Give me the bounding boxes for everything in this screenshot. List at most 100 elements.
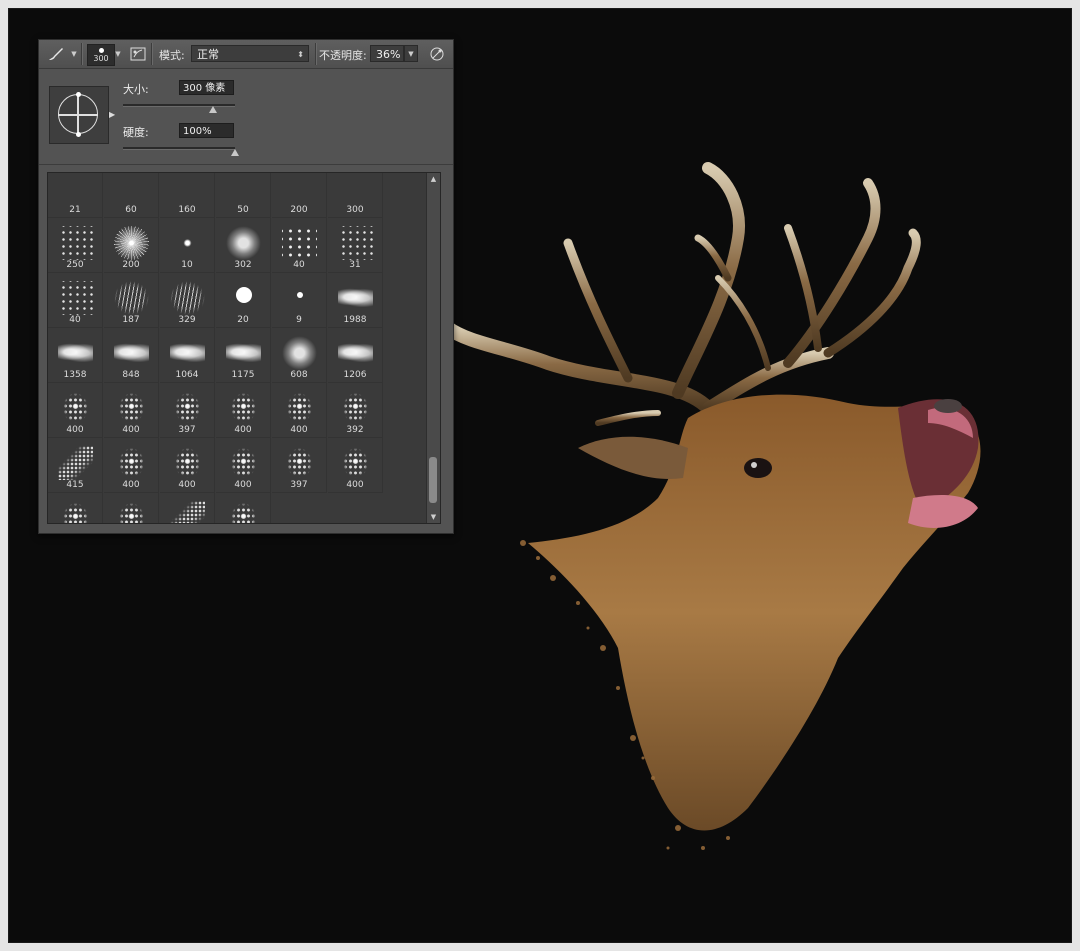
brush-tip-thumbnail-icon [282,336,317,370]
options-toolbar: ▼ 300 ▼ 模式: 正常 ⬍ 不透明度: 36% ▼ [39,40,453,69]
brush-preset-item[interactable]: 400 [216,438,271,493]
brush-preset-item[interactable]: 1064 [160,328,215,383]
scroll-up-arrow-icon[interactable]: ▲ [427,173,440,185]
brush-preset-item[interactable]: 400 [104,438,159,493]
brush-tip-thumbnail-icon [282,391,317,425]
pressure-opacity-icon[interactable] [426,44,448,64]
brush-preset-item[interactable]: 160 [160,173,215,218]
brush-preset-item[interactable]: 40 [272,218,327,273]
brush-preset-item[interactable]: 400 [216,383,271,438]
size-input[interactable]: 300 像素 [179,80,234,95]
brush-size-label: 40 [293,260,305,270]
brush-preset-item[interactable]: 40 [48,273,103,328]
brush-preset-item[interactable]: 415 [160,493,215,523]
brush-size-label: 1064 [175,370,199,380]
brush-size-label: 200 [122,260,140,270]
brush-preset-item[interactable]: 400 [160,438,215,493]
tool-preset-dropdown-icon[interactable]: ▼ [69,44,79,64]
size-slider-track[interactable] [123,104,235,107]
brush-preset-item[interactable]: 300 [328,173,383,218]
blend-mode-select[interactable]: 正常 ⬍ [191,45,309,62]
deer-artwork [428,148,1008,868]
brush-panel-toggle-icon[interactable] [127,44,149,64]
brush-list-scrollbar[interactable]: ▲ ▼ [426,173,440,523]
hardness-label: 硬度: [123,126,149,139]
brush-preset-item[interactable]: 400 [104,383,159,438]
brush-tip-thumbnail-icon [282,446,317,480]
brush-preset-item[interactable]: 608 [272,328,327,383]
brush-preset-item[interactable]: 50 [216,173,271,218]
toolbar-separator [151,43,152,65]
brush-size-label: 60 [125,205,137,215]
brush-size-label: 400 [234,480,252,490]
brush-preset-item[interactable]: 250 [48,218,103,273]
brush-tip-thumbnail-icon [338,446,373,480]
brush-preset-item[interactable]: 397 [272,438,327,493]
brush-tip-preview[interactable] [49,86,109,144]
brush-preset-item[interactable]: 20 [216,273,271,328]
brush-preset-item[interactable]: 400 [328,438,383,493]
opacity-input[interactable]: 36% [370,45,404,62]
brush-tip-thumbnail-icon [338,342,373,362]
brush-tip-thumbnail-icon [170,226,205,260]
brush-size-label: 400 [178,480,196,490]
hardness-slider-thumb[interactable] [231,149,239,156]
document-canvas[interactable]: ▼ 300 ▼ 模式: 正常 ⬍ 不透明度: 36% ▼ ▶ 大小: 300 像… [8,8,1072,943]
brush-size-label: 20 [237,315,249,325]
brush-preset-item[interactable]: 31 [328,218,383,273]
brush-row: 40 187 329 20 9 1988 [48,273,384,328]
brush-size-label: 200 [290,205,308,215]
brush-preset-item[interactable]: 10 [160,218,215,273]
brush-preset-item[interactable]: 200 [104,218,159,273]
scroll-down-arrow-icon[interactable]: ▼ [427,511,440,523]
brush-preset-item[interactable]: 400 [48,383,103,438]
roundness-handle[interactable] [76,92,81,97]
brush-tip-dot-icon [98,47,104,53]
brush-preset-item[interactable]: 1206 [328,328,383,383]
brush-size-label: 1358 [63,370,87,380]
brush-icon[interactable] [43,44,69,64]
window-frame: ▼ 300 ▼ 模式: 正常 ⬍ 不透明度: 36% ▼ ▶ 大小: 300 像… [0,0,1080,951]
angle-arrow-icon: ▶ [109,110,116,119]
hardness-input[interactable]: 100% [179,123,234,138]
brush-preset-item[interactable]: 60 [104,173,159,218]
brush-preset-item[interactable]: 1175 [216,328,271,383]
brush-preset-dropdown-icon[interactable]: ▼ [113,44,123,64]
brush-preset-item[interactable]: 400 [48,493,103,523]
size-slider-thumb[interactable] [208,106,217,113]
brush-preset-item[interactable]: 302 [216,218,271,273]
brush-size-label: 415 [66,480,84,490]
brush-preset-item[interactable]: 400 [272,383,327,438]
brush-preset-item[interactable]: 187 [104,273,159,328]
opacity-slider-dropdown-icon[interactable]: ▼ [404,45,418,62]
roundness-handle[interactable] [76,132,81,137]
brush-tip-thumbnail-icon [114,446,149,480]
brush-preset-picker[interactable]: 300 [87,44,115,66]
brush-preset-item[interactable]: 329 [160,273,215,328]
brush-preset-item[interactable]: 392 [328,383,383,438]
scrollbar-thumb[interactable] [429,457,437,503]
brush-preset-list: 21 60 160 50 200 300 250 200 10 302 40 31 40 187 329 20… [47,172,441,524]
brush-tip-thumbnail-icon [114,391,149,425]
brush-preset-item[interactable]: 1358 [48,328,103,383]
brush-preset-item[interactable]: 200 [272,173,327,218]
brush-preset-item[interactable]: 397 [160,383,215,438]
brush-size-label: 31 [349,260,361,270]
brush-row: 1358 848 1064 1175 608 1206 [48,328,384,383]
brush-options-panel: ▼ 300 ▼ 模式: 正常 ⬍ 不透明度: 36% ▼ ▶ 大小: 300 像… [38,39,454,534]
brush-size-label: 10 [181,260,193,270]
brush-preset-grid: 21 60 160 50 200 300 250 200 10 302 40 31 40 187 329 20… [48,173,384,523]
brush-preset-item[interactable]: 21 [48,173,103,218]
brush-preset-item[interactable]: 1988 [328,273,383,328]
brush-preset-item[interactable]: 848 [104,328,159,383]
brush-preset-item[interactable]: 392 [104,493,159,523]
brush-preset-item[interactable]: 415 [48,438,103,493]
brush-preset-item[interactable]: 400 [216,493,271,523]
hardness-slider-track[interactable] [123,147,235,150]
brush-size-label: 9 [296,315,302,325]
brush-preset-item[interactable]: 9 [272,273,327,328]
brush-size-label: 1206 [343,370,367,380]
brush-size-label: 608 [290,370,308,380]
brush-size-label: 400 [290,425,308,435]
brush-tip-thumbnail-icon [58,391,93,425]
